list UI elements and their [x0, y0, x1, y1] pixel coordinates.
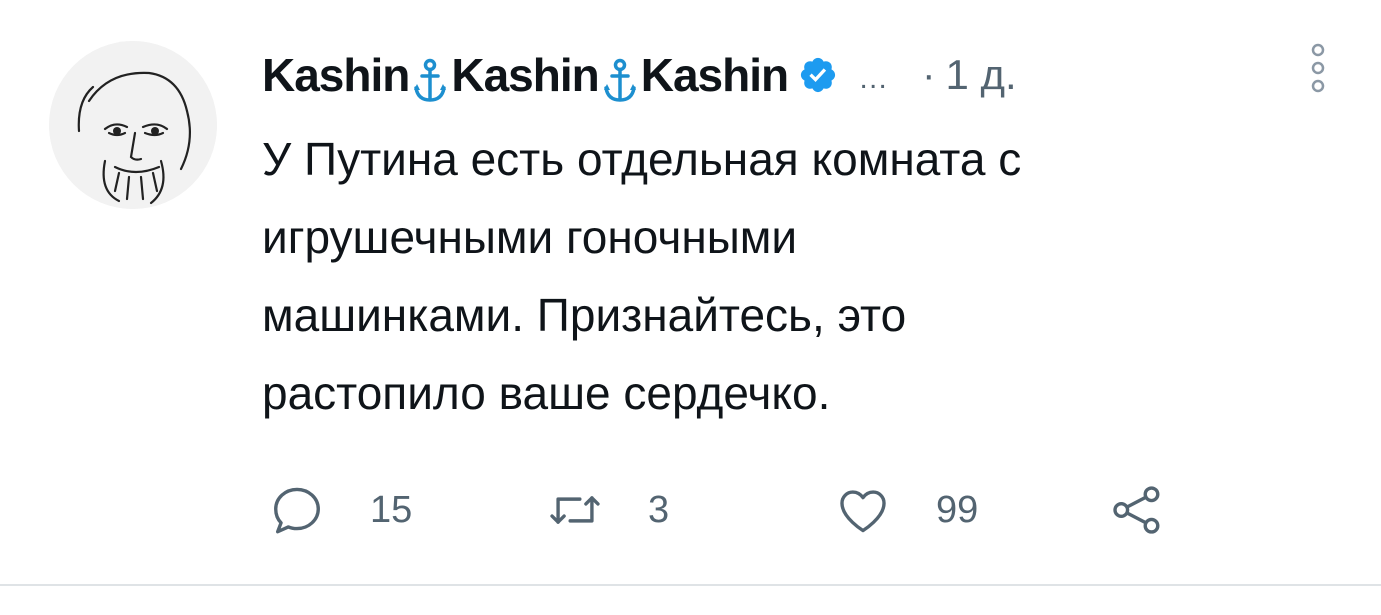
- anchor-icon: [603, 58, 636, 102]
- share-icon: [1113, 486, 1160, 534]
- reply-button[interactable]: 15: [268, 475, 412, 545]
- tweet-text-line: У Путина есть отдельная комната с: [262, 133, 1022, 185]
- tweet-text: У Путина есть отдельная комната с игруше…: [262, 120, 1332, 432]
- tweet-text-line: машинками. Признайтесь, это: [262, 289, 907, 341]
- reply-count: 15: [370, 488, 413, 531]
- retweet-icon: [550, 496, 600, 524]
- name-truncation: …: [858, 62, 889, 95]
- author-name-part: Kashin: [262, 49, 410, 101]
- verified-badge-icon: [801, 57, 836, 93]
- divider: [0, 584, 1381, 586]
- tweet-actions: 15 3 99: [268, 475, 1198, 545]
- vertical-dots-icon: [1311, 43, 1325, 93]
- retweet-button[interactable]: 3: [546, 475, 669, 545]
- like-count: 99: [936, 488, 979, 531]
- share-button[interactable]: [1108, 475, 1166, 545]
- avatar[interactable]: [49, 41, 217, 209]
- author-name-part: Kashin: [451, 49, 599, 101]
- tweet-text-line: растопило ваше сердечко.: [262, 367, 831, 419]
- like-icon: [840, 490, 886, 533]
- author-name[interactable]: Kashin Kashin Kashin: [262, 48, 789, 102]
- more-options-button[interactable]: [1303, 40, 1333, 100]
- author-name-part: Kashin: [640, 49, 789, 101]
- avatar-sketch-icon: [49, 41, 217, 209]
- tweet-card[interactable]: Kashin Kashin Kashin … · 1 д. У Путина е…: [0, 0, 1381, 615]
- tweet-text-line: игрушечными гоночными: [262, 211, 798, 263]
- like-button[interactable]: 99: [834, 475, 978, 545]
- anchor-icon: [414, 58, 447, 102]
- retweet-count: 3: [648, 488, 670, 531]
- tweet-timestamp[interactable]: 1 д.: [945, 51, 1016, 99]
- meta-separator: ·: [922, 52, 936, 97]
- tweet-header: Kashin Kashin Kashin … · 1 д.: [262, 40, 1312, 110]
- reply-icon: [274, 487, 320, 534]
